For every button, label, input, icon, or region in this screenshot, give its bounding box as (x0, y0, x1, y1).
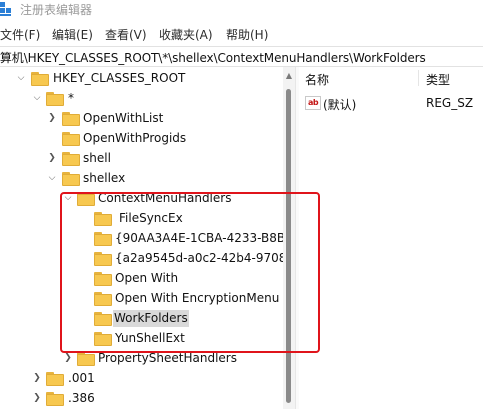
tree-item-label: .386 (68, 391, 95, 405)
regedit-app-icon (0, 2, 11, 16)
tree-item-label: {a2a9545d-a0c2-42b4-9708 (115, 251, 283, 265)
menu-view[interactable]: 查看(V) (105, 26, 147, 43)
values-list[interactable]: 名称 类型 ab (默认) REG_SZ (299, 67, 483, 409)
folder-icon (46, 392, 64, 406)
title-bar: 注册表编辑器 (0, 0, 483, 20)
collapsed-chevron-icon[interactable]: ❯ (31, 391, 43, 405)
folder-icon (62, 152, 80, 166)
window-title: 注册表编辑器 (20, 3, 93, 17)
tree-scrollbar[interactable]: ▲ (283, 67, 295, 409)
value-type: REG_SZ (426, 96, 474, 110)
folder-icon (46, 92, 64, 106)
folder-icon (62, 112, 80, 126)
folder-icon (62, 132, 80, 146)
folder-icon (77, 192, 95, 206)
tree-item-label-selected: WorkFolders (113, 310, 189, 327)
expanded-chevron-icon[interactable]: ⌵ (62, 191, 74, 205)
tree-item-label: Open With EncryptionMenu (115, 291, 280, 305)
folder-icon (94, 232, 112, 246)
tree-item-label: {90AA3A4E-1CBA-4233-B8B (115, 231, 283, 245)
column-divider[interactable] (418, 70, 419, 86)
tree-item-label: PropertySheetHandlers (98, 351, 237, 365)
scroll-up-arrow-icon[interactable]: ▲ (283, 71, 295, 81)
value-name: (默认) (323, 98, 357, 112)
tree-item-label: HKEY_CLASSES_ROOT (53, 71, 186, 85)
folder-icon (94, 252, 112, 266)
folder-icon (94, 272, 112, 286)
column-header-type[interactable]: 类型 (426, 71, 450, 88)
menu-help[interactable]: 帮助(H) (226, 26, 268, 43)
folder-icon (62, 172, 80, 186)
menu-edit[interactable]: 编辑(E) (52, 26, 93, 43)
column-header-name[interactable]: 名称 (305, 71, 329, 88)
tree-item-label: OpenWithProgids (83, 131, 187, 145)
folder-icon (46, 372, 64, 386)
collapsed-chevron-icon[interactable]: ❯ (62, 351, 74, 365)
collapsed-chevron-icon[interactable]: ❯ (46, 151, 58, 165)
value-row[interactable]: ab (默认) REG_SZ (299, 95, 483, 113)
menu-file[interactable]: 文件(F) (0, 26, 40, 43)
tree-item-label: OpenWithList (83, 111, 164, 125)
tree-item-label: YunShellExt (115, 331, 185, 345)
tree-item-label: .001 (68, 371, 95, 385)
tree-item-label: shell (83, 151, 111, 165)
tree-item-label: FileSyncEx (119, 211, 183, 225)
collapsed-chevron-icon[interactable]: ❯ (31, 371, 43, 385)
expanded-chevron-icon[interactable]: ⌵ (31, 91, 43, 105)
folder-icon (94, 312, 112, 326)
folder-icon (77, 352, 95, 366)
menu-bar: 文件(F) 编辑(E) 查看(V) 收藏夹(A) 帮助(H) (0, 24, 483, 43)
folder-icon (94, 212, 112, 226)
expanded-chevron-icon[interactable]: ⌵ (15, 71, 27, 85)
address-path[interactable]: 计算机\HKEY_CLASSES_ROOT\*\shellex\ContextM… (0, 49, 426, 66)
tree-item-label: * (68, 91, 74, 105)
tree-item-label: shellex (83, 171, 126, 185)
scrollbar-thumb[interactable] (286, 89, 291, 403)
expanded-chevron-icon[interactable]: ⌵ (46, 171, 58, 185)
tree-item-label: Open With (115, 271, 179, 285)
tree-item-label: ContextMenuHandlers (98, 191, 232, 205)
folder-icon (31, 72, 49, 86)
registry-tree[interactable]: ⌵ HKEY_CLASSES_ROOT ⌵ * ❯ OpenWithList O… (0, 67, 283, 409)
string-value-icon: ab (305, 96, 321, 110)
menu-favorites[interactable]: 收藏夹(A) (159, 26, 213, 43)
folder-icon (94, 292, 112, 306)
collapsed-chevron-icon[interactable]: ❯ (46, 111, 58, 125)
address-bar[interactable]: 计算机\HKEY_CLASSES_ROOT\*\shellex\ContextM… (0, 46, 483, 67)
folder-icon (94, 332, 112, 346)
